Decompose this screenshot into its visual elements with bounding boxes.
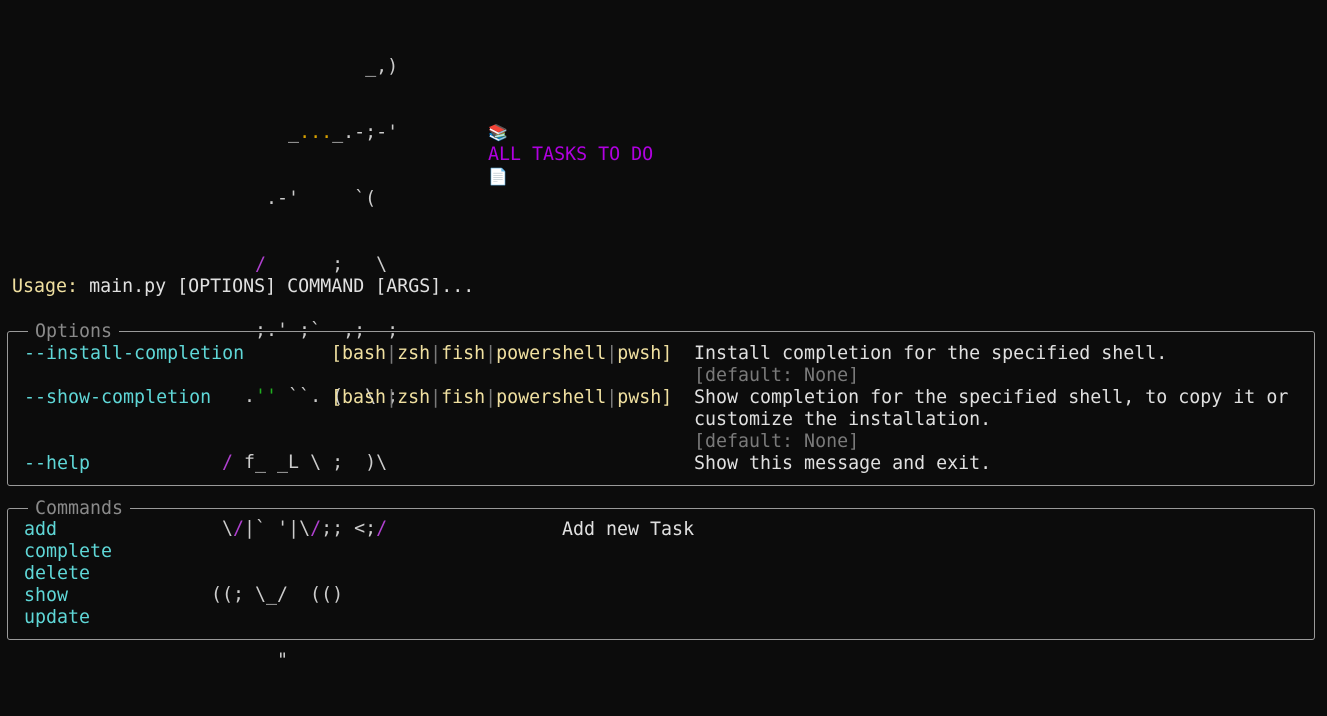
ascii-line: " (200, 650, 289, 671)
commands-panel-title: Commands (28, 498, 131, 520)
usage-text: main.py [OPTIONS] COMMAND [ARGS]... (89, 276, 475, 297)
command-delete[interactable]: delete (24, 563, 90, 585)
app-title-text: ALL TASKS TO DO (488, 144, 654, 165)
page-icon: 📄 (488, 167, 508, 186)
option-choices: [bash|zsh|fish|powershell|pwsh] (331, 343, 673, 364)
commands-panel: Commands add Add new Task complete delet… (7, 498, 1315, 640)
option-choices: [bash|zsh|fish|powershell|pwsh] (331, 387, 673, 408)
usage-line: Usage: main.py [OPTIONS] COMMAND [ARGS].… (12, 276, 474, 298)
option-default: [default: None] (694, 431, 860, 452)
options-panel: Options --install-completion [bash|zsh|f… (7, 321, 1315, 486)
ascii-line: _..._.-;-' (200, 122, 399, 143)
option-description: Install completion for the specified she… (694, 343, 1168, 364)
terminal-window: _,) _..._.-;-' .-' `( / ; \ ;.' ;` ,; ; … (0, 0, 1327, 671)
option-description: customize the installation. (694, 409, 992, 430)
command-show[interactable]: show (24, 585, 68, 607)
usage-label: Usage: (12, 276, 79, 297)
books-icon: 📚 (488, 123, 508, 142)
command-update[interactable]: update (24, 607, 90, 629)
command-complete[interactable]: complete (24, 541, 112, 563)
app-title: 📚 ALL TASKS TO DO 📄 (444, 100, 653, 210)
option-install-completion[interactable]: --install-completion (24, 343, 244, 365)
options-panel-title: Options (28, 321, 120, 343)
ascii-line: .-' `( (200, 188, 377, 209)
option-show-completion[interactable]: --show-completion (24, 387, 211, 409)
command-description: Add new Task (562, 519, 695, 540)
option-description: Show this message and exit. (694, 453, 992, 474)
option-default: [default: None] (694, 365, 860, 386)
ascii-line: _,) (200, 56, 399, 77)
ascii-line: / ; \ (255, 254, 388, 275)
command-add[interactable]: add (24, 519, 57, 541)
option-help[interactable]: --help (24, 453, 90, 475)
option-description: Show completion for the specified shell,… (694, 387, 1289, 408)
